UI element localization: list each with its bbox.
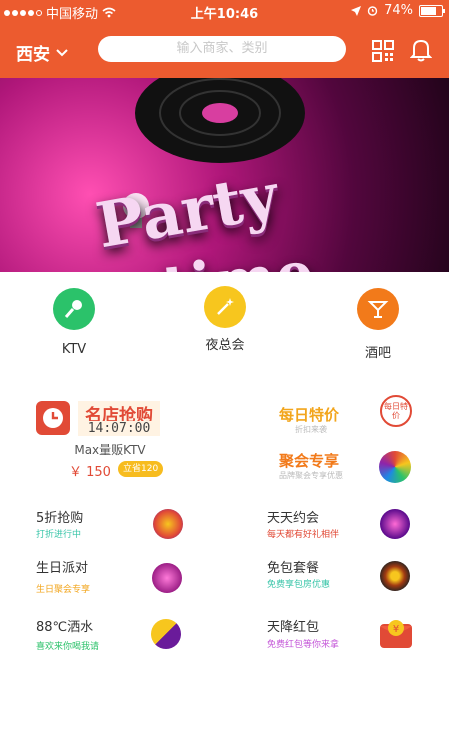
search-input[interactable]: 输入商家、类别 [98,36,346,62]
category-nightclub[interactable]: 夜总会 [180,286,270,353]
category-row: KTV 夜总会 酒吧 [0,286,449,368]
category-label: KTV [61,342,87,357]
item-free-room-title[interactable]: 免包套餐 [267,557,319,576]
daily-special-subtitle: 折扣来袭 [295,425,327,434]
item-free-room-subtitle: 免费享包房优惠 [267,580,331,590]
bell-icon[interactable] [410,38,432,62]
clock-icon [36,401,70,435]
battery-icon [419,4,445,17]
chevron-down-icon [56,48,68,56]
qr-scan-icon[interactable] [372,40,394,62]
magic-wand-icon [204,286,246,328]
flash-sale-timer: 14:07:00 [78,421,160,436]
half-price-thumb-icon[interactable] [153,509,183,539]
item-half-price-title[interactable]: 5折抢购 [36,507,83,526]
flash-sale-store[interactable]: Max量贩KTV [60,441,160,458]
location-icon [351,5,362,16]
vinyl-record-icon [135,78,305,163]
party-special-title[interactable]: 聚会专享 [279,450,339,471]
daily-special-badge[interactable]: 每日特价 [380,395,412,427]
category-label: 酒吧 [364,346,391,361]
party-disco-icon[interactable] [379,451,411,483]
daily-date-thumb-icon[interactable] [380,509,410,539]
item-red-packet-subtitle: 免费红包等你来拿 [267,640,340,650]
item-daily-date-subtitle: 每天都有好礼相伴 [267,530,340,540]
item-red-packet-title[interactable]: 天降红包 [267,616,319,635]
birthday-thumb-icon[interactable] [152,563,182,593]
flash-sale-price: ￥ 150 [69,465,111,480]
microphone-icon [53,288,95,330]
daily-special-title[interactable]: 每日特价 [279,404,339,425]
status-bar: 中国移动 上午10:46 74% [0,0,449,22]
free-room-thumb-icon[interactable] [380,561,410,591]
item-half-price-subtitle: 打折进行中 [36,530,82,540]
alarm-icon [367,6,378,16]
item-birthday-title[interactable]: 生日派对 [36,557,88,576]
category-label: 夜总会 [205,338,245,353]
party-special-subtitle: 品牌聚会专享优惠 [279,471,343,480]
battery-label: 74% [384,3,413,18]
drinks-thumb-icon[interactable] [151,619,181,649]
red-packet-icon[interactable]: ¥ [378,616,414,650]
top-header: 西安 输入商家、类别 [0,22,449,78]
flash-sale-save-badge: 立省120 [118,461,164,477]
svg-text:¥: ¥ [393,624,399,635]
item-drinks-subtitle: 喜欢来你喝我请 [36,642,100,652]
item-birthday-subtitle: 生日聚会专享 [36,585,91,595]
city-selector[interactable]: 西安 [16,40,68,65]
city-label: 西安 [16,45,50,65]
category-ktv[interactable]: KTV [29,288,119,357]
party-banner[interactable]: Party time [0,78,449,272]
item-daily-date-title[interactable]: 天天约会 [267,507,319,526]
category-bar[interactable]: 酒吧 [333,288,423,361]
cocktail-icon [357,288,399,330]
item-drinks-title[interactable]: 88℃洒水 [36,616,93,635]
